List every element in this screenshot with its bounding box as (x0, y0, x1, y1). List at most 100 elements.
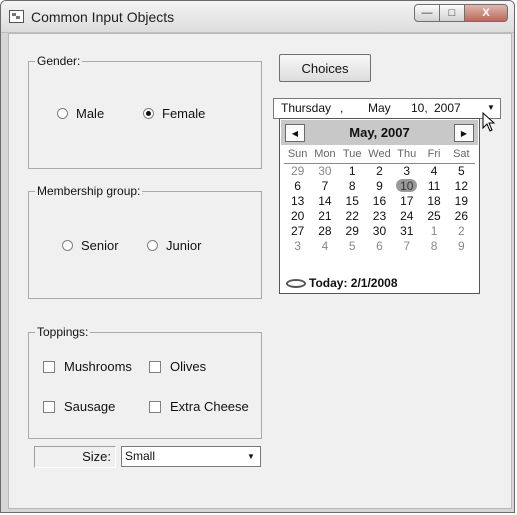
calendar-day[interactable]: 22 (339, 209, 366, 224)
calendar-weekday-row: Sun Mon Tue Wed Thu Fri Sat (284, 148, 475, 164)
calendar-day[interactable]: 14 (311, 194, 338, 209)
gender-group: Gender: Male Female (28, 54, 262, 169)
checkbox-extra-cheese[interactable]: Extra Cheese (149, 399, 249, 414)
weekday-fri: Fri (427, 148, 441, 160)
weekday-sun: Sun (287, 148, 308, 160)
calendar-day[interactable]: 9 (448, 239, 475, 254)
calendar-day[interactable]: 8 (339, 179, 366, 194)
choices-button[interactable]: Choices (279, 54, 371, 82)
calendar-day[interactable]: 16 (366, 194, 393, 209)
radio-male[interactable]: Male (57, 106, 104, 121)
calendar-header: ◀ May, 2007 ▶ (281, 120, 478, 145)
form-client-area: Gender: Male Female Membership group: Se… (8, 33, 512, 509)
membership-group-label: Membership group: (35, 184, 143, 198)
date-month[interactable]: May (368, 101, 391, 115)
calendar-day[interactable]: 20 (284, 209, 311, 224)
checkbox-extra-cheese-box[interactable] (149, 400, 161, 413)
checkbox-olives-label: Olives (170, 359, 207, 374)
calendar-day[interactable]: 10 (393, 179, 420, 194)
calendar-day[interactable]: 26 (448, 209, 475, 224)
radio-female[interactable]: Female (143, 106, 205, 121)
checkbox-mushrooms-label: Mushrooms (64, 359, 132, 374)
calendar-day[interactable]: 11 (420, 179, 447, 194)
date-day-name[interactable]: Thursday (281, 101, 331, 115)
toppings-group: Toppings: Mushrooms Olives Sausage Extra… (28, 325, 262, 439)
checkbox-mushrooms[interactable]: Mushrooms (43, 359, 132, 374)
radio-senior-dot[interactable] (62, 240, 73, 251)
radio-male-dot[interactable] (57, 108, 68, 119)
calendar-week-row: 29 30 1 2 3 4 5 (284, 164, 475, 179)
date-year[interactable]: 2007 (434, 101, 461, 115)
radio-senior[interactable]: Senior (62, 238, 119, 253)
maximize-button[interactable]: □ (440, 4, 465, 22)
close-button[interactable]: X (465, 4, 508, 22)
app-window: Common Input Objects — □ X Gender: Male … (0, 0, 515, 513)
calendar-day[interactable]: 28 (311, 224, 338, 239)
toppings-group-label: Toppings: (35, 325, 91, 339)
calendar-day[interactable]: 8 (420, 239, 447, 254)
calendar-day[interactable]: 1 (339, 164, 366, 179)
calendar-day[interactable]: 7 (393, 239, 420, 254)
size-value: Small (125, 449, 156, 463)
checkbox-olives-box[interactable] (149, 360, 161, 373)
calendar-week-row: 27 28 29 30 31 1 2 (284, 224, 475, 239)
right-arrow-icon[interactable]: ▶ (454, 124, 474, 142)
checkbox-extra-cheese-label: Extra Cheese (170, 399, 249, 414)
calendar-day[interactable]: 4 (420, 164, 447, 179)
date-picker[interactable]: Thursday , May 10, 2007 ▼ (273, 98, 501, 119)
calendar-day[interactable]: 30 (366, 224, 393, 239)
checkbox-sausage-box[interactable] (43, 400, 55, 413)
today-link[interactable]: Today: 2/1/2008 (286, 276, 398, 290)
calendar-day[interactable]: 29 (339, 224, 366, 239)
selected-day-marker[interactable]: 10 (396, 179, 418, 193)
date-day[interactable]: 10, (411, 101, 428, 115)
title-bar: Common Input Objects — □ X (1, 1, 514, 33)
weekday-wed: Wed (368, 148, 391, 160)
window-controls: — □ X (414, 4, 508, 24)
calendar-day[interactable]: 2 (366, 164, 393, 179)
radio-junior-dot[interactable] (147, 240, 158, 251)
calendar-day[interactable]: 30 (311, 164, 338, 179)
calendar-day[interactable]: 3 (284, 239, 311, 254)
calendar-week-row: 6 7 8 9 10 11 12 (284, 179, 475, 194)
minimize-button[interactable]: — (414, 4, 440, 22)
radio-junior[interactable]: Junior (147, 238, 201, 253)
checkbox-mushrooms-box[interactable] (43, 360, 55, 373)
calendar-day[interactable]: 23 (366, 209, 393, 224)
checkbox-olives[interactable]: Olives (149, 359, 206, 374)
calendar-day[interactable]: 6 (366, 239, 393, 254)
size-combobox[interactable]: Small ▼ (121, 446, 261, 467)
calendar-day[interactable]: 18 (420, 194, 447, 209)
weekday-mon: Mon (314, 148, 336, 160)
dropdown-arrow-icon[interactable]: ▼ (244, 449, 258, 463)
radio-female-dot[interactable] (143, 108, 154, 119)
checkbox-sausage[interactable]: Sausage (43, 399, 115, 414)
checkbox-sausage-label: Sausage (64, 399, 116, 414)
calendar-day[interactable]: 12 (448, 179, 475, 194)
calendar-day[interactable]: 5 (339, 239, 366, 254)
calendar-day[interactable]: 19 (448, 194, 475, 209)
calendar-day[interactable]: 27 (284, 224, 311, 239)
weekday-tue: Tue (342, 148, 362, 160)
calendar-day[interactable]: 5 (448, 164, 475, 179)
calendar-day[interactable]: 24 (393, 209, 420, 224)
calendar-day[interactable]: 4 (311, 239, 338, 254)
radio-junior-label: Junior (166, 238, 202, 253)
calendar-day[interactable]: 21 (311, 209, 338, 224)
calendar-day[interactable]: 3 (393, 164, 420, 179)
calendar-day[interactable]: 31 (393, 224, 420, 239)
calendar-day[interactable]: 2 (448, 224, 475, 239)
calendar-day[interactable]: 9 (366, 179, 393, 194)
calendar-day[interactable]: 13 (284, 194, 311, 209)
calendar-day[interactable]: 7 (311, 179, 338, 194)
calendar-day[interactable]: 17 (393, 194, 420, 209)
calendar-day[interactable]: 6 (284, 179, 311, 194)
calendar-day[interactable]: 15 (339, 194, 366, 209)
calendar-month-label[interactable]: May, 2007 (281, 125, 478, 140)
calendar-day[interactable]: 1 (420, 224, 447, 239)
app-icon (9, 10, 24, 23)
membership-group: Membership group: Senior Junior (28, 184, 262, 299)
calendar-day[interactable]: 29 (284, 164, 311, 179)
calendar-day[interactable]: 25 (420, 209, 447, 224)
today-label: Today: 2/1/2008 (309, 276, 398, 290)
